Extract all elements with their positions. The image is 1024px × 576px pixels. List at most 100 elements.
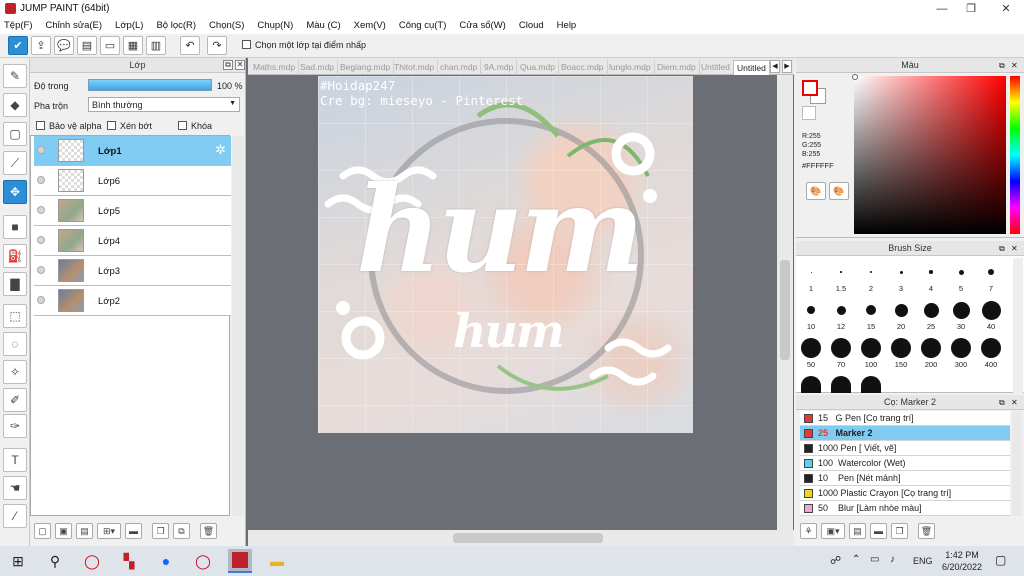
visibility-icon[interactable] <box>37 296 45 304</box>
tab-lunglo[interactable]: lunglo.mdp <box>606 60 655 75</box>
brush-item[interactable]: 1000 Plastic Crayon [Cọ trang trí] <box>800 486 1010 501</box>
menu-cloud[interactable]: Cloud <box>519 20 544 31</box>
tab-scroll-left-icon[interactable]: ◀ <box>770 60 780 73</box>
visibility-icon[interactable] <box>37 266 45 274</box>
brush-list-scrollbar[interactable] <box>1012 411 1022 516</box>
brush-size-dot[interactable] <box>840 271 842 273</box>
brush-size-dot[interactable] <box>866 305 876 315</box>
brush-size-dot[interactable] <box>891 338 911 358</box>
menu-tools[interactable]: Công cụ(T) <box>399 20 447 31</box>
tab-maths[interactable]: Maths.mdp <box>250 60 300 75</box>
speaker-icon[interactable]: ♪ <box>890 554 895 565</box>
layer-scrollbar[interactable] <box>232 136 244 516</box>
visibility-icon[interactable] <box>37 236 45 244</box>
fill-rect-icon[interactable]: ■ <box>3 215 27 239</box>
menu-layer[interactable]: Lớp(L) <box>115 20 143 31</box>
new-layer-folder-icon[interactable]: ▤ <box>76 523 93 539</box>
rect-select-icon[interactable]: ▢ <box>3 122 27 146</box>
menu-edit[interactable]: Chỉnh sửa(E) <box>46 20 103 31</box>
tab-qua[interactable]: Qua.mdp <box>517 60 559 75</box>
transparent-color-swatch[interactable] <box>802 106 816 120</box>
message-icon[interactable]: ▤ <box>77 36 97 55</box>
select-pen-icon[interactable]: ✐ <box>3 388 27 412</box>
tab-boacc[interactable]: Boacc.mdp <box>558 60 608 75</box>
layer-item[interactable]: Lớp1 ✲ <box>34 136 231 166</box>
trash-icon[interactable]: 🗑 <box>200 523 217 539</box>
palette-settings-icon[interactable]: 🎨 <box>829 182 849 200</box>
clip-checkbox[interactable] <box>107 121 116 132</box>
protect-alpha-checkbox[interactable] <box>36 121 45 132</box>
primary-color-swatch[interactable] <box>802 80 818 96</box>
gear-icon[interactable]: ✲ <box>215 142 226 158</box>
brush-size-dot[interactable] <box>958 269 964 275</box>
hue-slider[interactable] <box>1010 76 1020 234</box>
brush-item[interactable]: 15 G Pen [Cọ trang trí] <box>800 411 1010 426</box>
lock-checkbox[interactable] <box>178 121 187 132</box>
eyedropper-icon[interactable]: ⁄ <box>3 504 27 528</box>
menu-color[interactable]: Màu (C) <box>306 20 340 31</box>
vertical-scrollbar[interactable] <box>777 75 793 530</box>
scroll-thumb[interactable] <box>453 533 603 543</box>
network-icon[interactable]: ▭ <box>870 554 879 565</box>
lasso-icon[interactable]: ◌ <box>3 332 27 356</box>
brush-size-dot[interactable] <box>836 305 846 315</box>
minimize-icon[interactable]: — <box>926 0 958 17</box>
folder-icon[interactable]: ▬ <box>125 523 142 539</box>
undo-icon[interactable]: ↶ <box>180 36 200 55</box>
opera-icon[interactable]: ◯ <box>80 549 104 573</box>
new-layer-icon[interactable]: ▢ <box>34 523 51 539</box>
layer-item[interactable]: Lớp2 <box>34 286 231 316</box>
visibility-icon[interactable] <box>37 176 45 184</box>
menu-view[interactable]: Xem(V) <box>354 20 386 31</box>
notifications-icon[interactable]: ▢ <box>995 553 1006 567</box>
brush-size-dot[interactable] <box>861 338 881 358</box>
app-tiles-icon[interactable]: ▚ <box>117 549 141 573</box>
brush-folder-icon[interactable]: ▬ <box>870 523 887 539</box>
close-icon[interactable]: ✕ <box>990 0 1022 17</box>
move-icon[interactable]: ✥ <box>3 180 27 204</box>
menu-window[interactable]: Cửa sổ(W) <box>459 20 505 31</box>
tab-chan[interactable]: chan.mdp <box>437 60 482 75</box>
brush-size-dot[interactable] <box>981 300 1001 320</box>
brush-size-dot[interactable] <box>951 338 971 358</box>
palette-icon[interactable]: 🎨 <box>806 182 826 200</box>
panel-close-icon[interactable]: ✕ <box>1011 398 1018 407</box>
menu-capture[interactable]: Chụp(N) <box>257 20 293 31</box>
layer-item[interactable]: Lớp3 <box>34 256 231 286</box>
brush-size-dot[interactable] <box>801 376 821 393</box>
drawing-canvas[interactable]: #Hoidap247 Cre bg: mieseyo - Pinterest h… <box>318 76 693 433</box>
bucket-icon[interactable]: ⛽ <box>3 244 27 268</box>
color-picker-square[interactable] <box>854 76 1006 234</box>
brush-size-dot[interactable] <box>923 302 939 318</box>
merge-icon[interactable]: ⧉ <box>173 523 190 539</box>
brush-copy-icon[interactable]: ▤ <box>849 523 866 539</box>
check-icon[interactable]: ✔ <box>8 36 28 55</box>
panel-close-icon[interactable]: ✕ <box>1011 61 1018 70</box>
windows-start-icon[interactable]: ⊞ <box>6 549 30 573</box>
brush-item[interactable]: 100 Watercolor (Wet) <box>800 456 1010 471</box>
trash-icon[interactable]: 🗑 <box>918 523 935 539</box>
menu-help[interactable]: Help <box>557 20 577 31</box>
tab-scroll-right-icon[interactable]: ▶ <box>782 60 792 73</box>
brush-size-scrollbar[interactable] <box>1013 258 1023 393</box>
zalo-icon[interactable]: ● <box>154 549 178 573</box>
new-raster-icon[interactable]: ▣ <box>55 523 72 539</box>
duplicate-icon[interactable]: ❐ <box>152 523 169 539</box>
tray-chevron-icon[interactable]: ⌃ <box>852 554 860 565</box>
comment-icon[interactable]: 💬 <box>54 36 74 55</box>
brush-add-dropdown-icon[interactable]: ▣▾ <box>821 523 845 539</box>
brush-size-dot[interactable] <box>870 271 872 273</box>
brush-item[interactable]: 50 Blur [Làm nhòe màu] <box>800 501 1010 516</box>
visibility-icon[interactable] <box>37 146 45 154</box>
tab-9a[interactable]: 9A.mdp <box>481 60 518 75</box>
gradient-icon[interactable]: ▇ <box>3 272 27 296</box>
layer-item[interactable]: Lớp6 <box>34 166 231 196</box>
brush-item[interactable]: 10 Pen [Nét mảnh] <box>800 471 1010 486</box>
blend-mode-select[interactable]: Bình thường ▼ <box>88 97 240 112</box>
restore-icon[interactable]: ❐ <box>955 0 987 17</box>
eraser-icon[interactable]: ◆ <box>3 93 27 117</box>
layer-item[interactable]: Lớp4 <box>34 226 231 256</box>
pages-icon[interactable]: ▦ <box>123 36 143 55</box>
export-icon[interactable]: ⇪ <box>31 36 51 55</box>
scroll-thumb[interactable] <box>780 260 790 360</box>
